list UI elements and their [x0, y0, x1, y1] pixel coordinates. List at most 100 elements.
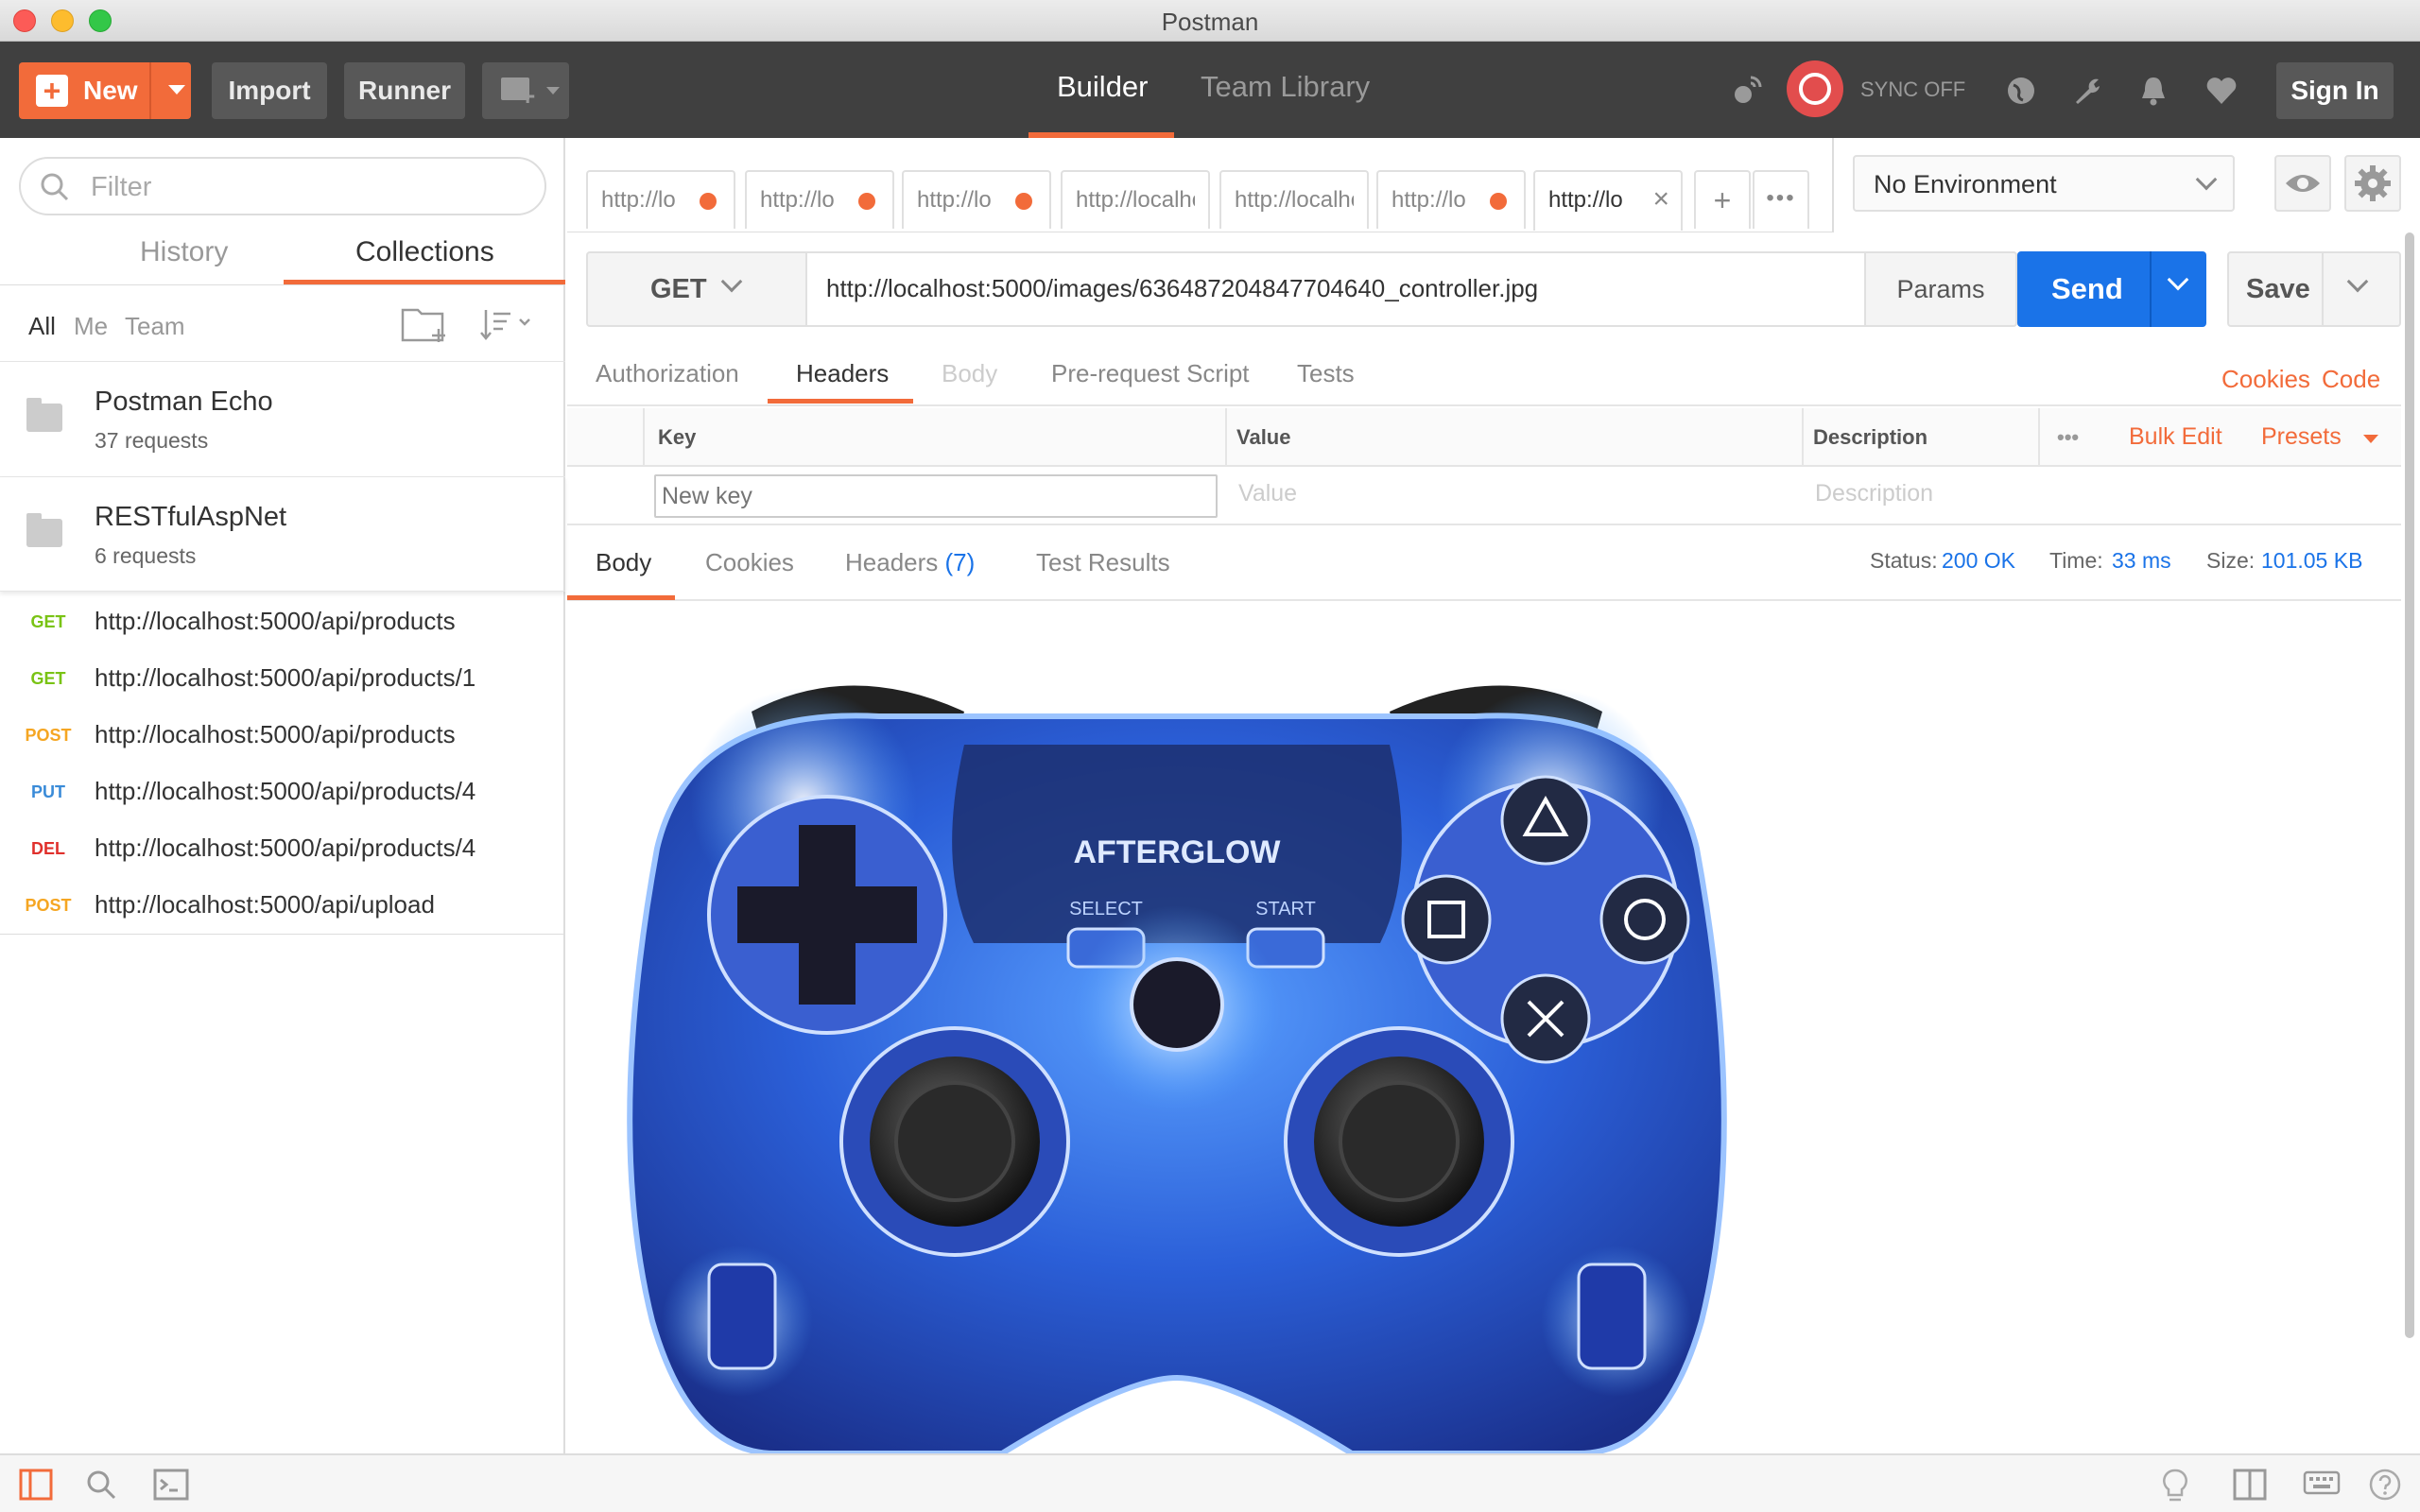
response-tab-cookies[interactable]: Cookies [705, 548, 794, 577]
size-value: 101.05 KB [2261, 548, 2363, 573]
new-key-input[interactable] [654, 474, 1218, 518]
request-tab[interactable]: http://localhos [1219, 170, 1369, 229]
headers-table-header: Key Value Description ••• Bulk Edit Pres… [567, 408, 2401, 467]
request-tab[interactable]: http://lo [1376, 170, 1526, 229]
active-response-tab-indicator [567, 595, 675, 600]
image-logo-text: AFTERGLOW [1073, 834, 1281, 870]
close-tab-icon[interactable]: × [1652, 183, 1669, 215]
save-options-chevron-icon[interactable] [2346, 270, 2369, 293]
method-select[interactable]: GET [586, 251, 807, 327]
request-tab[interactable]: http://localho [1061, 170, 1210, 229]
tab-tests[interactable]: Tests [1297, 359, 1355, 388]
new-window-button[interactable]: + [482, 62, 569, 119]
status-bar [0, 1453, 2420, 1512]
method-badge: POST [25, 896, 72, 915]
image-start-text: START [1255, 899, 1316, 919]
url-input[interactable]: http://localhost:5000/images/63648720484… [805, 251, 1866, 327]
response-tab-headers[interactable]: Headers (7) [845, 548, 975, 577]
tab-builder[interactable]: Builder [1057, 70, 1149, 104]
scrollbar[interactable] [2405, 232, 2414, 1338]
scope-team[interactable]: Team [125, 312, 185, 341]
response-tab-test-results[interactable]: Test Results [1036, 548, 1170, 577]
satellite-icon[interactable] [1730, 74, 1764, 108]
environment-quick-look-button[interactable] [2274, 155, 2331, 212]
method-badge: DEL [31, 839, 65, 858]
code-link[interactable]: Code [2322, 365, 2380, 394]
save-button[interactable]: Save [2227, 251, 2401, 327]
request-url: http://localhost:5000/api/products [95, 720, 456, 748]
more-options-icon[interactable]: ••• [2057, 425, 2079, 450]
url-value: http://localhost:5000/images/63648720484… [826, 274, 1539, 302]
scope-all[interactable]: All [28, 312, 56, 341]
environment-selected: No Environment [1874, 170, 2057, 198]
search-icon[interactable] [85, 1469, 119, 1501]
request-item[interactable]: DEL http://localhost:5000/api/products/4 [0, 820, 565, 877]
column-description: Description [1813, 425, 1928, 449]
request-tab-active[interactable]: http://lo × [1533, 170, 1683, 231]
send-button[interactable]: Send [2017, 251, 2206, 327]
request-tab[interactable]: http://lo [586, 170, 735, 229]
sync-status-text: SYNC OFF [1860, 77, 1966, 101]
tab-history[interactable]: History [140, 236, 228, 268]
new-button-label: New [83, 76, 138, 105]
params-button[interactable]: Params [1864, 251, 2017, 327]
request-item[interactable]: PUT http://localhost:5000/api/products/4 [0, 764, 565, 820]
new-dropdown-caret-icon[interactable] [168, 85, 185, 94]
collection-item[interactable]: Postman Echo 37 requests [0, 361, 565, 476]
environment-select[interactable]: No Environment [1853, 155, 2235, 212]
new-tab-button[interactable]: + [1694, 170, 1751, 229]
tab-headers[interactable]: Headers [796, 359, 889, 388]
help-icon[interactable] [2369, 1469, 2401, 1501]
request-item[interactable]: GET http://localhost:5000/api/products/1 [0, 650, 565, 707]
toggle-sidebar-icon[interactable] [19, 1469, 53, 1501]
request-url: http://localhost:5000/api/products/1 [95, 663, 476, 692]
request-item[interactable]: POST http://localhost:5000/api/products [0, 707, 565, 764]
manage-environments-button[interactable] [2344, 155, 2401, 212]
import-button[interactable]: Import [212, 62, 327, 119]
status-label: Status: [1870, 548, 1938, 573]
heart-icon[interactable] [2204, 74, 2238, 108]
unsaved-dot-icon [1015, 193, 1032, 210]
request-tab[interactable]: http://lo [902, 170, 1051, 229]
request-tab[interactable]: http://lo [745, 170, 894, 229]
tab-body[interactable]: Body [942, 359, 997, 388]
console-icon[interactable] [153, 1469, 189, 1501]
collection-item[interactable]: RESTfulAspNet 6 requests [0, 476, 565, 592]
unsaved-dot-icon [858, 193, 875, 210]
save-label: Save [2246, 274, 2310, 304]
more-tabs-button[interactable]: ••• [1753, 170, 1809, 229]
tab-authorization[interactable]: Authorization [596, 359, 739, 388]
two-pane-view-icon[interactable] [2233, 1469, 2267, 1501]
tab-pre-request-script[interactable]: Pre-request Script [1051, 359, 1250, 388]
app-header: + New Import Runner + Builder Team Libra… [0, 42, 2420, 138]
sign-in-button[interactable]: Sign In [2276, 62, 2394, 119]
keyboard-shortcuts-icon[interactable] [2303, 1469, 2341, 1497]
presets-link[interactable]: Presets [2261, 423, 2342, 451]
request-tab-label: http://localhos [1235, 187, 1354, 213]
filter-input[interactable]: Filter [19, 157, 546, 215]
bell-icon[interactable] [2136, 74, 2170, 108]
description-placeholder[interactable]: Description [1815, 480, 1933, 507]
scope-me[interactable]: Me [74, 312, 108, 341]
collection-count: 6 requests [95, 543, 197, 568]
lightbulb-icon[interactable] [2161, 1469, 2189, 1503]
runner-button[interactable]: Runner [344, 62, 465, 119]
request-item[interactable]: GET http://localhost:5000/api/products [0, 593, 565, 650]
wrench-icon[interactable] [2070, 74, 2104, 108]
value-placeholder[interactable]: Value [1238, 480, 1297, 507]
presets-caret-icon[interactable] [2363, 435, 2378, 443]
new-collection-icon[interactable] [401, 304, 450, 344]
response-tab-body[interactable]: Body [596, 548, 651, 577]
response-tab-headers-label: Headers [845, 548, 939, 576]
new-button[interactable]: + New [19, 62, 191, 119]
tab-team-library[interactable]: Team Library [1201, 70, 1370, 104]
sort-icon[interactable] [478, 306, 537, 344]
send-options-chevron-icon[interactable] [2167, 268, 2189, 291]
bulk-edit-link[interactable]: Bulk Edit [2129, 423, 2222, 451]
sync-status-icon[interactable] [1787, 60, 1843, 117]
globe-icon[interactable] [2004, 74, 2038, 108]
method-value: GET [650, 274, 707, 304]
request-item[interactable]: POST http://localhost:5000/api/upload [0, 877, 565, 934]
tab-collections[interactable]: Collections [355, 236, 494, 268]
cookies-link[interactable]: Cookies [2221, 365, 2310, 394]
